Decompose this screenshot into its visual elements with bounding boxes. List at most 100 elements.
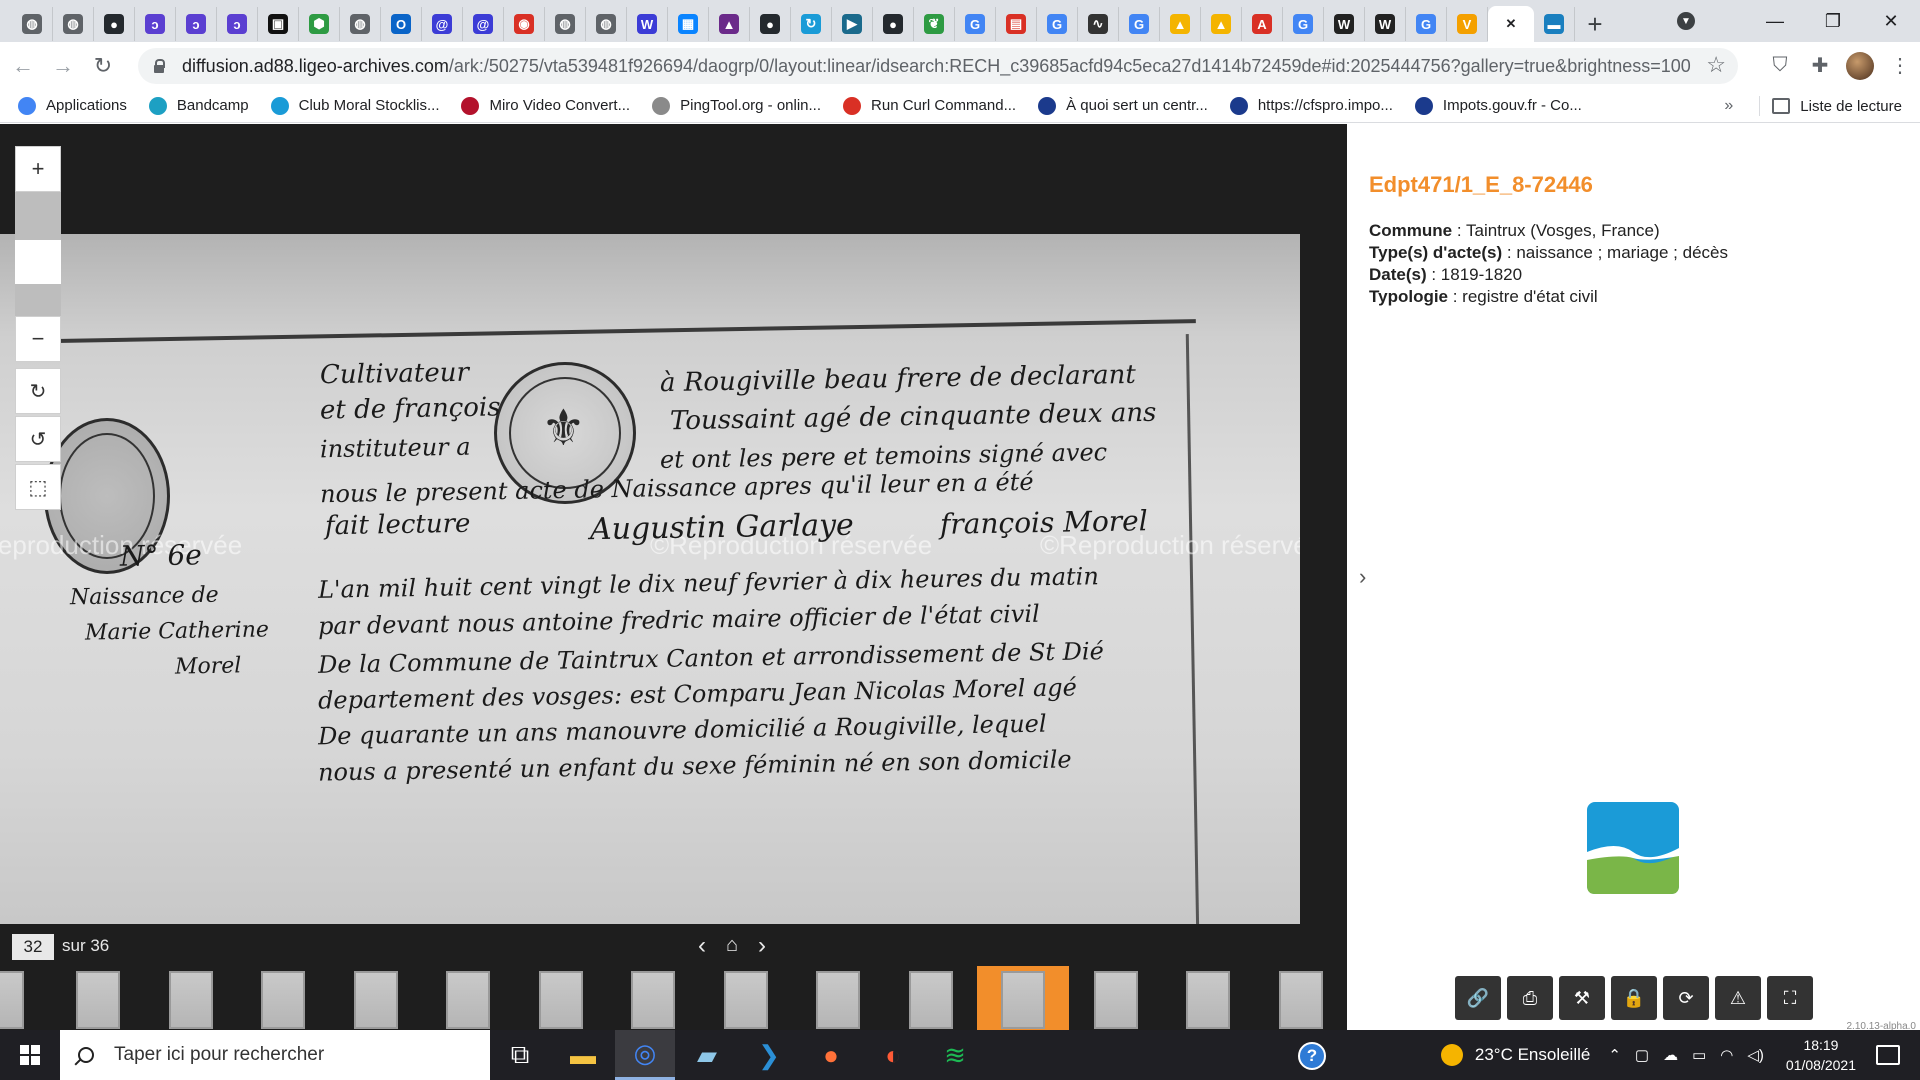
wifi-icon[interactable]: ◠: [1720, 1046, 1733, 1064]
bookmark-star-icon[interactable]: ☆: [1706, 52, 1726, 78]
thumbnail[interactable]: [723, 971, 768, 1029]
tab[interactable]: ∿: [1078, 7, 1119, 41]
lock-button[interactable]: 🔒: [1611, 976, 1657, 1020]
bookmark-item[interactable]: Run Curl Command...: [843, 96, 1016, 115]
page-number-input[interactable]: 32: [12, 934, 54, 960]
extensions-puzzle-icon[interactable]: ✚: [1800, 46, 1840, 86]
thumbnail[interactable]: [816, 971, 860, 1029]
thumbnail[interactable]: [76, 971, 120, 1029]
address-bar[interactable]: diffusion.ad88.ligeo-archives.com/ark:/5…: [138, 48, 1738, 84]
tab[interactable]: ◍: [12, 7, 53, 41]
bookmarks-overflow-button[interactable]: »: [1724, 97, 1733, 115]
bookmark-item[interactable]: Applications: [18, 96, 127, 115]
tab[interactable]: ⬢: [299, 7, 340, 41]
tools-button[interactable]: ⚒: [1559, 976, 1605, 1020]
document-scan[interactable]: ⚜ ©Reproduction réservée ©Reproduction r…: [0, 234, 1300, 924]
tab[interactable]: W: [1365, 7, 1406, 41]
volume-icon[interactable]: ◁): [1747, 1046, 1764, 1064]
next-page-button[interactable]: ›: [758, 932, 766, 960]
notification-center-icon[interactable]: [1876, 1045, 1900, 1065]
tab[interactable]: G: [1037, 7, 1078, 41]
thumbnail[interactable]: [446, 971, 490, 1029]
print-button[interactable]: ⎙: [1507, 976, 1553, 1020]
onedrive-icon[interactable]: ☁: [1663, 1046, 1678, 1064]
tab[interactable]: G: [955, 7, 996, 41]
bookmark-item[interactable]: https://cfspro.impo...: [1229, 96, 1393, 115]
tab[interactable]: ◉: [504, 7, 545, 41]
tab[interactable]: ◍: [545, 7, 586, 41]
bookmark-item[interactable]: PingTool.org - onlin...: [652, 96, 821, 115]
taskbar-app-chrome[interactable]: ◎: [615, 1030, 675, 1080]
tab[interactable]: ◍: [586, 7, 627, 41]
zoom-slider-handle[interactable]: [15, 240, 61, 284]
bookmark-item[interactable]: Bandcamp: [148, 96, 249, 115]
previous-page-button[interactable]: ‹: [698, 932, 706, 960]
close-window-button[interactable]: ✕: [1862, 0, 1920, 42]
thumbnail[interactable]: [1186, 971, 1230, 1029]
zoom-slider[interactable]: [15, 192, 61, 316]
thumbnail[interactable]: [168, 971, 213, 1029]
tab-active[interactable]: ✕: [1488, 6, 1534, 42]
tab[interactable]: ↄ: [217, 7, 258, 41]
thumbnail[interactable]: [0, 971, 24, 1029]
tab[interactable]: A: [1242, 7, 1283, 41]
tab[interactable]: ❦: [914, 7, 955, 41]
url-text[interactable]: diffusion.ad88.ligeo-archives.com/ark:/5…: [182, 56, 1692, 77]
menu-kebab-icon[interactable]: ⋮: [1880, 46, 1920, 86]
battery-icon[interactable]: ▭: [1692, 1046, 1706, 1064]
tab[interactable]: ▤: [996, 7, 1037, 41]
thumbnail[interactable]: [908, 971, 953, 1029]
taskbar-app-spotify[interactable]: ≋: [925, 1030, 985, 1080]
tab[interactable]: W: [627, 7, 668, 41]
bookmark-item[interactable]: Impots.gouv.fr - Co...: [1414, 96, 1582, 115]
collapse-panel-button[interactable]: ›: [1359, 564, 1366, 590]
tab[interactable]: ▲: [709, 7, 750, 41]
restore-button[interactable]: ❐: [1804, 0, 1862, 42]
refresh-button[interactable]: ⟳: [1663, 976, 1709, 1020]
profile-avatar[interactable]: [1840, 46, 1880, 86]
taskbar-app-vscode[interactable]: ❯: [739, 1030, 799, 1080]
tab[interactable]: ◍: [340, 7, 381, 41]
bookmark-item[interactable]: Miro Video Convert...: [461, 96, 630, 115]
select-area-button[interactable]: ⬚: [15, 464, 61, 510]
tab[interactable]: ●: [750, 7, 791, 41]
tab[interactable]: ▣: [258, 7, 299, 41]
tab[interactable]: G: [1406, 7, 1447, 41]
start-button[interactable]: [0, 1030, 60, 1080]
zoom-in-button[interactable]: +: [15, 146, 61, 192]
new-tab-button[interactable]: +: [1575, 7, 1615, 41]
close-icon[interactable]: ✕: [1501, 14, 1521, 34]
taskbar-app-notepad[interactable]: ▰: [677, 1030, 737, 1080]
bookmark-item[interactable]: À quoi sert un centr...: [1038, 96, 1208, 115]
rotate-right-button[interactable]: ↻: [15, 368, 61, 414]
taskbar-app-task-view[interactable]: ⧉: [490, 1030, 550, 1080]
tab[interactable]: ▦: [668, 7, 709, 41]
tab[interactable]: @: [422, 7, 463, 41]
tab[interactable]: O: [381, 7, 422, 41]
thumbnail[interactable]: [353, 971, 398, 1029]
tab[interactable]: ▬: [1534, 7, 1575, 41]
help-icon[interactable]: ?: [1298, 1042, 1326, 1070]
fullscreen-button[interactable]: ⛶: [1767, 976, 1813, 1020]
taskbar-app-file-explorer[interactable]: ▬: [553, 1030, 613, 1080]
thumbnail[interactable]: [1093, 971, 1138, 1029]
tab[interactable]: ◍: [53, 7, 94, 41]
clock[interactable]: 18:19 01/08/2021: [1786, 1035, 1856, 1075]
thumbnail-selected[interactable]: [1001, 971, 1045, 1029]
taskbar-app-firefox[interactable]: ●: [801, 1030, 861, 1080]
tab[interactable]: ↻: [791, 7, 832, 41]
tab[interactable]: ↄ: [176, 7, 217, 41]
tab[interactable]: V: [1447, 7, 1488, 41]
tab[interactable]: @: [463, 7, 504, 41]
tab[interactable]: ↄ: [135, 7, 176, 41]
weather-widget[interactable]: 23°C Ensoleillé: [1440, 1044, 1590, 1066]
tab[interactable]: W: [1324, 7, 1365, 41]
tab[interactable]: ▲: [1160, 7, 1201, 41]
tab[interactable]: ●: [94, 7, 135, 41]
thumbnail[interactable]: [631, 971, 675, 1029]
forward-button[interactable]: →: [46, 49, 80, 83]
report-button[interactable]: ⚠: [1715, 976, 1761, 1020]
meet-now-icon[interactable]: ▢: [1635, 1046, 1649, 1064]
rotate-left-button[interactable]: ↺: [15, 416, 61, 462]
link-button[interactable]: 🔗: [1455, 976, 1501, 1020]
